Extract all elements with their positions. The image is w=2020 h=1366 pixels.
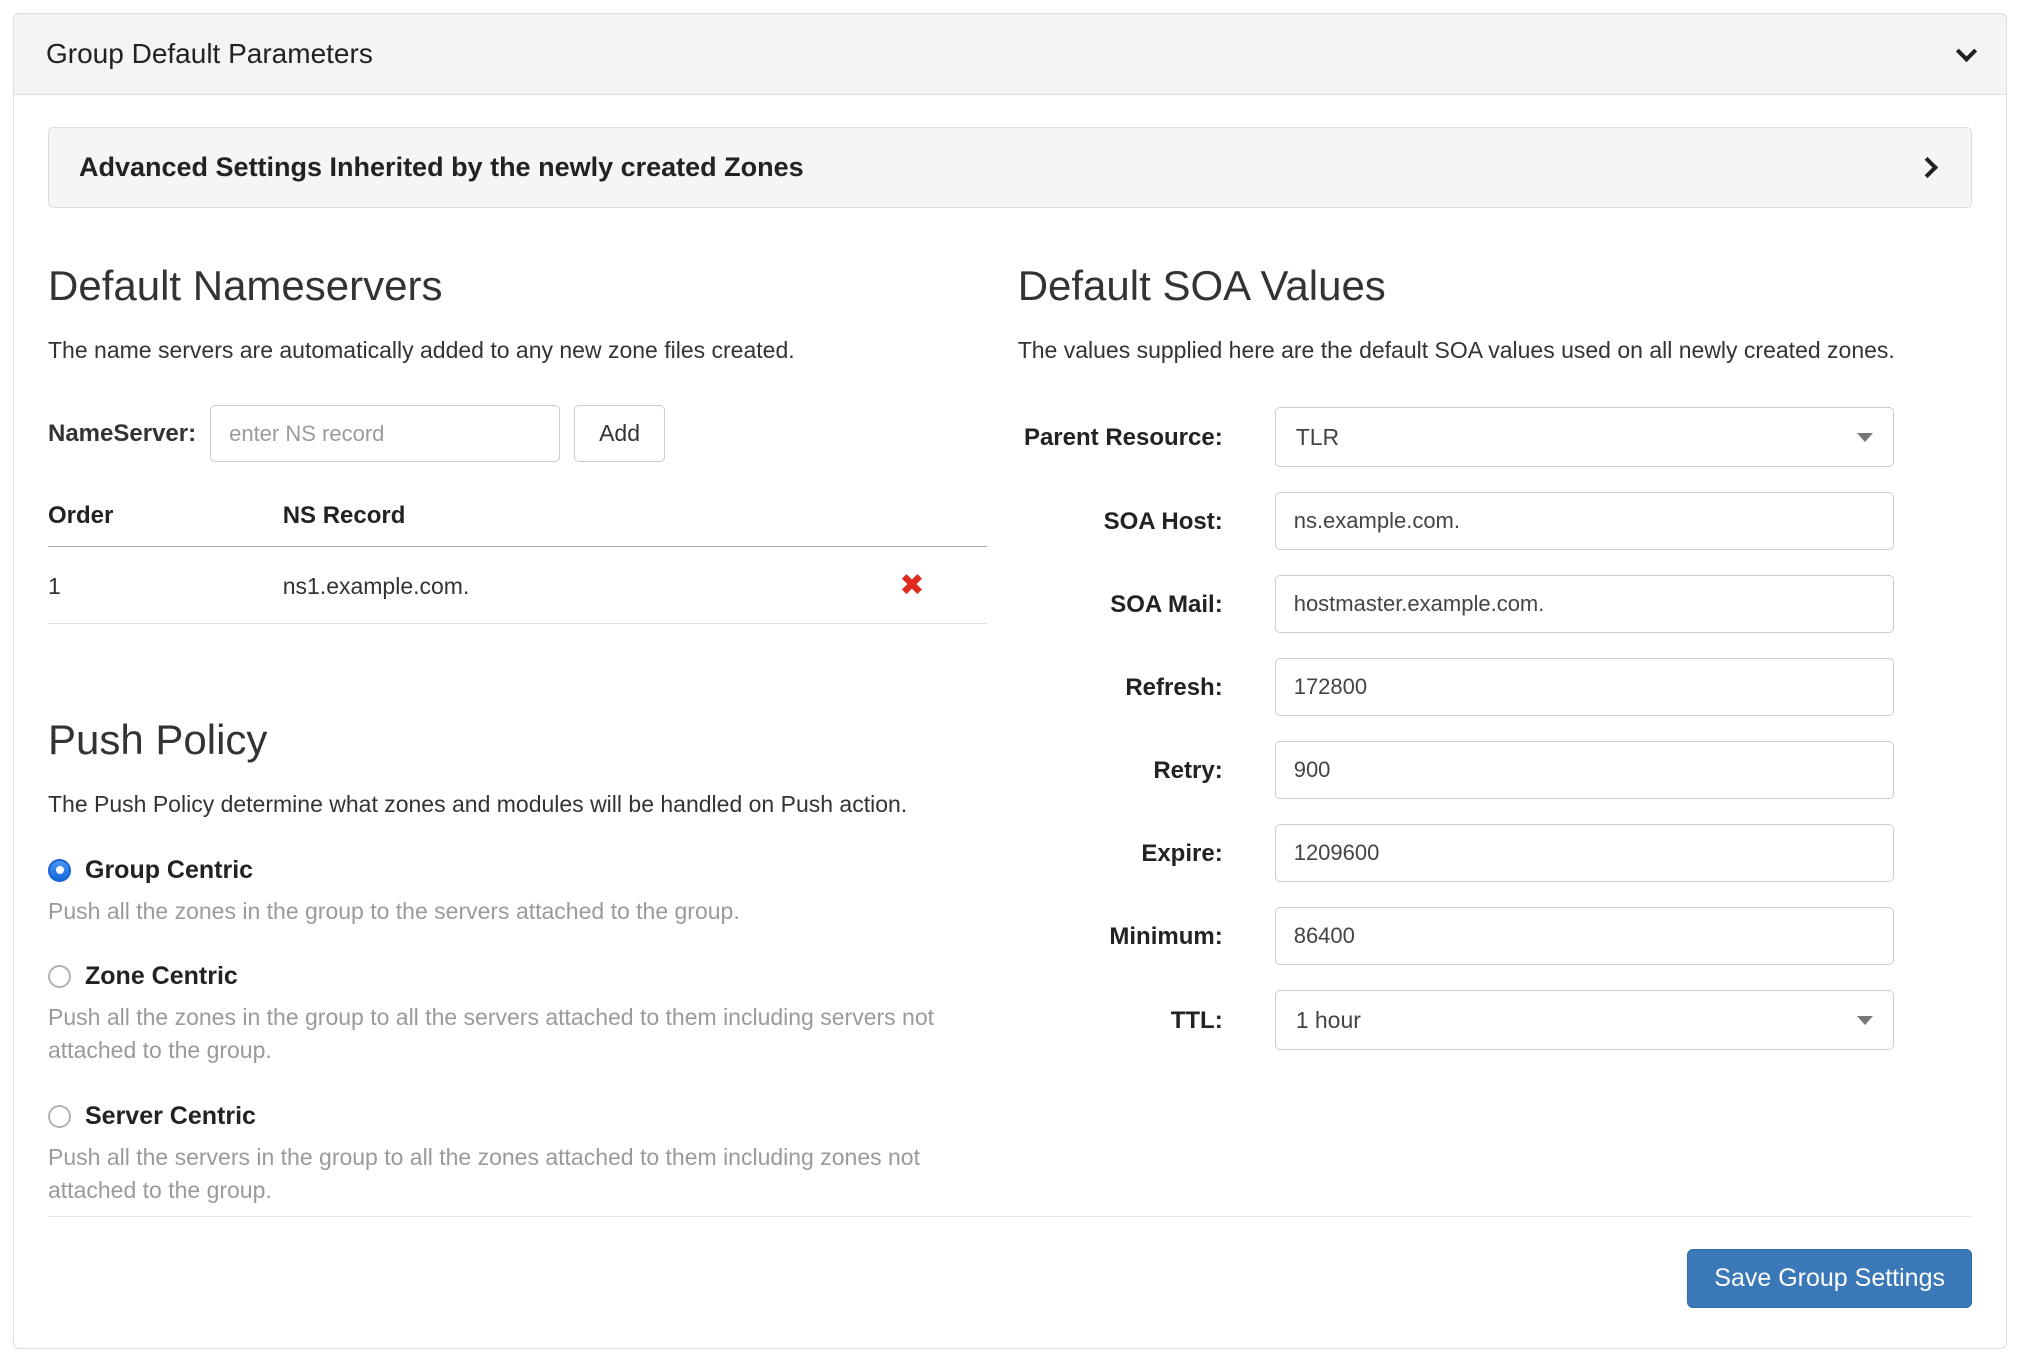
delete-icon[interactable]: ✖: [899, 569, 924, 602]
zone-centric-description: Push all the zones in the group to all t…: [48, 1001, 987, 1068]
group-centric-description: Push all the zones in the group to the s…: [48, 895, 987, 928]
soa-host-row: SOA Host:: [1018, 492, 1894, 550]
ttl-row: TTL: 1 hour: [1018, 990, 1894, 1050]
parent-resource-row: Parent Resource: TLR: [1018, 407, 1894, 467]
chevron-down-icon[interactable]: [1956, 40, 1977, 61]
content-columns: Default Nameservers The name servers are…: [48, 252, 1972, 1216]
minimum-label: Minimum:: [1018, 921, 1223, 952]
group-centric-radio-row[interactable]: Group Centric: [48, 856, 987, 885]
retry-label: Retry:: [1018, 755, 1223, 786]
left-column: Default Nameservers The name servers are…: [48, 252, 987, 1216]
parent-resource-value: TLR: [1296, 424, 1339, 451]
nameserver-label: NameServer:: [48, 420, 196, 448]
zone-centric-label: Zone Centric: [85, 962, 238, 991]
ns-record-column-header: NS Record: [283, 486, 837, 547]
soa-description: The values supplied here are the default…: [1018, 334, 1972, 367]
server-centric-label: Server Centric: [85, 1102, 256, 1131]
retry-row: Retry:: [1018, 741, 1894, 799]
nameserver-add-row: NameServer: Add: [48, 405, 987, 462]
footer-row: Save Group Settings: [48, 1216, 1972, 1308]
parent-resource-label: Parent Resource:: [1018, 422, 1223, 453]
expire-row: Expire:: [1018, 824, 1894, 882]
push-policy-description: The Push Policy determine what zones and…: [48, 788, 987, 821]
refresh-label: Refresh:: [1018, 672, 1223, 703]
panel-title: Group Default Parameters: [46, 38, 373, 70]
group-default-parameters-panel: Group Default Parameters Advanced Settin…: [13, 13, 2007, 1349]
push-policy-section: Push Policy The Push Policy determine wh…: [48, 716, 987, 1207]
push-policy-option-group-centric: Group Centric Push all the zones in the …: [48, 856, 987, 928]
default-nameservers-heading: Default Nameservers: [48, 262, 987, 310]
caret-down-icon: [1857, 1016, 1873, 1025]
ns-order-cell: 1: [48, 547, 283, 624]
default-soa-values-heading: Default SOA Values: [1018, 262, 1972, 310]
push-policy-option-server-centric: Server Centric Push all the servers in t…: [48, 1102, 987, 1208]
soa-mail-input[interactable]: [1275, 575, 1894, 633]
right-column: Default SOA Values The values supplied h…: [1018, 252, 1972, 1216]
group-centric-label: Group Centric: [85, 856, 253, 885]
zone-centric-radio-row[interactable]: Zone Centric: [48, 962, 987, 991]
actions-column-header: [837, 486, 987, 547]
add-nameserver-button[interactable]: Add: [574, 405, 665, 462]
soa-host-label: SOA Host:: [1018, 506, 1223, 537]
caret-down-icon: [1857, 433, 1873, 442]
order-column-header: Order: [48, 486, 283, 547]
retry-input[interactable]: [1275, 741, 1894, 799]
soa-mail-label: SOA Mail:: [1018, 589, 1223, 620]
soa-host-input[interactable]: [1275, 492, 1894, 550]
minimum-input[interactable]: [1275, 907, 1894, 965]
nameservers-table: Order NS Record 1 ns1.example.com. ✖: [48, 486, 987, 624]
radio-icon[interactable]: [48, 965, 71, 988]
nameservers-description: The name servers are automatically added…: [48, 334, 987, 367]
ttl-label: TTL:: [1018, 1005, 1223, 1036]
minimum-row: Minimum:: [1018, 907, 1894, 965]
server-centric-description: Push all the servers in the group to all…: [48, 1141, 987, 1208]
push-policy-heading: Push Policy: [48, 716, 987, 764]
refresh-input[interactable]: [1275, 658, 1894, 716]
expire-label: Expire:: [1018, 838, 1223, 869]
advanced-settings-bar[interactable]: Advanced Settings Inherited by the newly…: [48, 127, 1972, 208]
parent-resource-select[interactable]: TLR: [1275, 407, 1894, 467]
panel-header[interactable]: Group Default Parameters: [14, 14, 2006, 95]
ttl-select[interactable]: 1 hour: [1275, 990, 1894, 1050]
expire-input[interactable]: [1275, 824, 1894, 882]
table-header-row: Order NS Record: [48, 486, 987, 547]
soa-form: Parent Resource: TLR SOA Host: SOA Mail:: [1018, 407, 1972, 1050]
save-group-settings-button[interactable]: Save Group Settings: [1687, 1249, 1972, 1308]
ns-record-cell: ns1.example.com.: [283, 547, 837, 624]
table-row: 1 ns1.example.com. ✖: [48, 547, 987, 624]
soa-mail-row: SOA Mail:: [1018, 575, 1894, 633]
chevron-right-icon[interactable]: [1917, 157, 1938, 178]
server-centric-radio-row[interactable]: Server Centric: [48, 1102, 987, 1131]
panel-body: Advanced Settings Inherited by the newly…: [14, 95, 2006, 1348]
advanced-settings-title: Advanced Settings Inherited by the newly…: [79, 152, 804, 183]
nameserver-input[interactable]: [210, 405, 560, 462]
radio-icon[interactable]: [48, 859, 71, 882]
radio-icon[interactable]: [48, 1105, 71, 1128]
ttl-value: 1 hour: [1296, 1007, 1361, 1034]
push-policy-option-zone-centric: Zone Centric Push all the zones in the g…: [48, 962, 987, 1068]
refresh-row: Refresh:: [1018, 658, 1894, 716]
